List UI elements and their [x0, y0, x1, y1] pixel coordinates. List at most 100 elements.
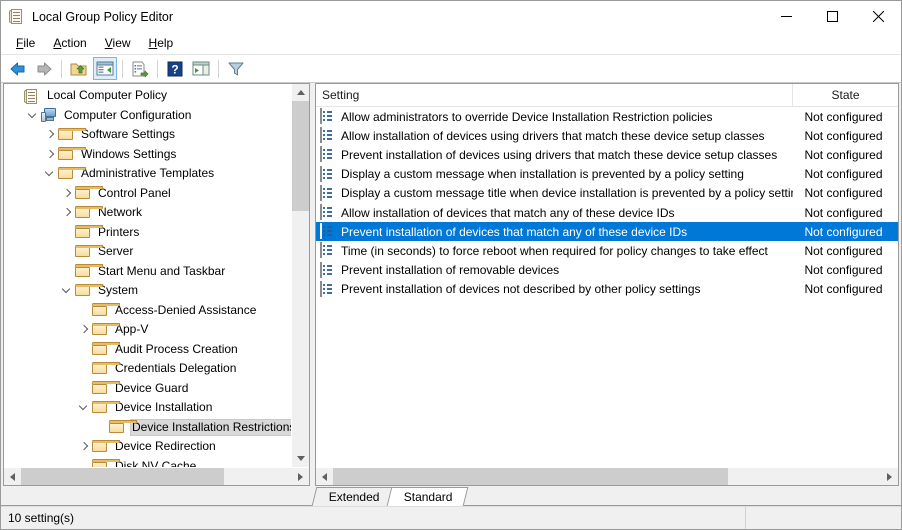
- help-icon[interactable]: ?: [163, 57, 187, 80]
- tree-item-device-installation-restrictions[interactable]: Device Installation Restrictions: [4, 418, 291, 438]
- tree-item-app-v[interactable]: App-V: [4, 320, 291, 340]
- tree-item-audit-process-creation[interactable]: Audit Process Creation: [4, 340, 291, 360]
- table-row[interactable]: Prevent installation of removable device…: [316, 261, 898, 280]
- tree-item-control-panel[interactable]: Control Panel: [4, 184, 291, 204]
- tree-item-system[interactable]: System: [4, 281, 291, 301]
- setting-name: Prevent installation of devices that mat…: [341, 224, 688, 239]
- tree-item-label: Credentials Delegation: [115, 361, 237, 376]
- tree-item-network[interactable]: Network: [4, 203, 291, 223]
- tree-scroll-area[interactable]: Local Computer Policy Computer Configurat…: [4, 84, 291, 467]
- tree-item-computer-configuration[interactable]: Computer Configuration: [4, 106, 291, 126]
- close-button[interactable]: [855, 1, 901, 32]
- column-header-setting[interactable]: Setting: [316, 84, 793, 106]
- tree-vscroll-thumb[interactable]: [292, 101, 309, 211]
- list-header: Setting State: [316, 84, 898, 107]
- menu-view[interactable]: View: [96, 34, 140, 52]
- chevron-down-icon[interactable]: [76, 400, 92, 416]
- forward-icon[interactable]: [32, 57, 56, 80]
- chevron-right-icon[interactable]: [59, 205, 75, 221]
- list-hscroll-thumb[interactable]: [333, 468, 728, 485]
- folder-icon: [57, 166, 87, 181]
- tree-item-windows-settings[interactable]: Windows Settings: [4, 145, 291, 165]
- menu-action[interactable]: Action: [44, 34, 95, 52]
- chevron-down-icon[interactable]: [42, 166, 58, 182]
- maximize-button[interactable]: [809, 1, 855, 32]
- status-text: 10 setting(s): [8, 511, 75, 525]
- table-row[interactable]: Prevent installation of devices using dr…: [316, 145, 898, 164]
- scroll-left-icon[interactable]: [316, 468, 333, 485]
- table-row[interactable]: Allow installation of devices that match…: [316, 203, 898, 222]
- setting-name: Prevent installation of devices not desc…: [341, 282, 701, 297]
- back-icon[interactable]: [6, 57, 30, 80]
- tree-item-device-guard[interactable]: Device Guard: [4, 379, 291, 399]
- policy-setting-icon: [320, 242, 336, 259]
- table-row[interactable]: Prevent installation of devices that mat…: [316, 222, 898, 242]
- menu-file[interactable]: File: [7, 34, 44, 52]
- table-row[interactable]: Allow administrators to override Device …: [316, 107, 898, 126]
- up-one-level-icon[interactable]: [67, 57, 91, 80]
- scroll-right-icon[interactable]: [881, 468, 898, 485]
- table-row[interactable]: Allow installation of devices using driv…: [316, 126, 898, 145]
- table-row[interactable]: Display a custom message when installati…: [316, 165, 898, 184]
- scroll-right-icon[interactable]: [292, 468, 309, 485]
- tree-item-label: Device Redirection: [115, 439, 216, 454]
- tree-horizontal-scrollbar[interactable]: [4, 467, 309, 485]
- list-body[interactable]: Allow administrators to override Device …: [316, 107, 898, 467]
- settings-list-pane: Setting State Allow administrators to ov…: [315, 83, 899, 486]
- setting-name: Allow installation of devices that match…: [341, 205, 675, 220]
- tree-item-label: Local Computer Policy: [47, 88, 168, 103]
- folder-icon: [91, 342, 121, 356]
- menu-help[interactable]: Help: [140, 34, 183, 52]
- export-list-icon[interactable]: [128, 57, 152, 80]
- tree-item-disk-nv-cache[interactable]: Disk NV Cache: [4, 457, 291, 467]
- tab-standard[interactable]: Standard: [386, 487, 468, 506]
- toolbar-separator: [122, 59, 123, 78]
- table-row[interactable]: Time (in seconds) to force reboot when r…: [316, 241, 898, 260]
- tree-hscroll-thumb[interactable]: [21, 468, 225, 485]
- setting-name: Allow administrators to override Device …: [341, 109, 713, 124]
- tree-vertical-scrollbar[interactable]: [291, 84, 309, 467]
- setting-name: Time (in seconds) to force reboot when r…: [341, 243, 768, 258]
- folder-icon: [57, 127, 87, 142]
- chevron-down-icon[interactable]: [25, 107, 41, 123]
- tree-item-local-computer-policy[interactable]: Local Computer Policy: [4, 86, 291, 106]
- chevron-right-icon[interactable]: [76, 322, 92, 338]
- tree-item-credentials-delegation[interactable]: Credentials Delegation: [4, 359, 291, 379]
- tree-item-server[interactable]: Server: [4, 242, 291, 262]
- scroll-left-icon[interactable]: [4, 468, 21, 485]
- list-hscroll-track[interactable]: [333, 468, 881, 485]
- folder-icon: [74, 225, 104, 239]
- chevron-right-icon[interactable]: [59, 185, 75, 201]
- show-hide-action-pane-icon[interactable]: [189, 57, 213, 80]
- setting-state: Not configured: [804, 167, 883, 182]
- tree-hscroll-track[interactable]: [21, 468, 292, 485]
- tree-item-administrative-templates[interactable]: Administrative Templates: [4, 164, 291, 184]
- tree-item-device-redirection[interactable]: Device Redirection: [4, 437, 291, 457]
- toolbar-separator: [157, 59, 158, 78]
- tree-item-start-menu-and-taskbar[interactable]: Start Menu and Taskbar: [4, 262, 291, 282]
- scroll-up-icon[interactable]: [292, 84, 309, 101]
- chevron-right-icon[interactable]: [42, 127, 58, 143]
- list-horizontal-scrollbar[interactable]: [316, 467, 898, 485]
- column-header-state[interactable]: State: [793, 84, 898, 106]
- minimize-button[interactable]: [763, 1, 809, 32]
- tree-item-software-settings[interactable]: Software Settings: [4, 125, 291, 145]
- window-controls: [763, 1, 901, 32]
- tree-item-printers[interactable]: Printers: [4, 223, 291, 243]
- chevron-right-icon[interactable]: [76, 439, 92, 455]
- table-row[interactable]: Display a custom message title when devi…: [316, 184, 898, 203]
- tab-extended[interactable]: Extended: [311, 487, 396, 506]
- tree-item-access-denied-assistance[interactable]: Access-Denied Assistance: [4, 301, 291, 321]
- chevron-down-icon[interactable]: [59, 283, 75, 299]
- scroll-down-icon[interactable]: [292, 450, 309, 467]
- tree-vscroll-track[interactable]: [292, 101, 309, 450]
- table-row[interactable]: Prevent installation of devices not desc…: [316, 280, 898, 299]
- filter-icon[interactable]: [224, 57, 248, 80]
- folder-icon: [108, 420, 138, 434]
- tree-item-label: Windows Settings: [81, 146, 177, 161]
- setting-state: Not configured: [804, 147, 883, 162]
- tree-item-device-installation[interactable]: Device Installation: [4, 398, 291, 418]
- chevron-right-icon[interactable]: [42, 146, 58, 162]
- show-hide-console-tree-icon[interactable]: [93, 57, 117, 80]
